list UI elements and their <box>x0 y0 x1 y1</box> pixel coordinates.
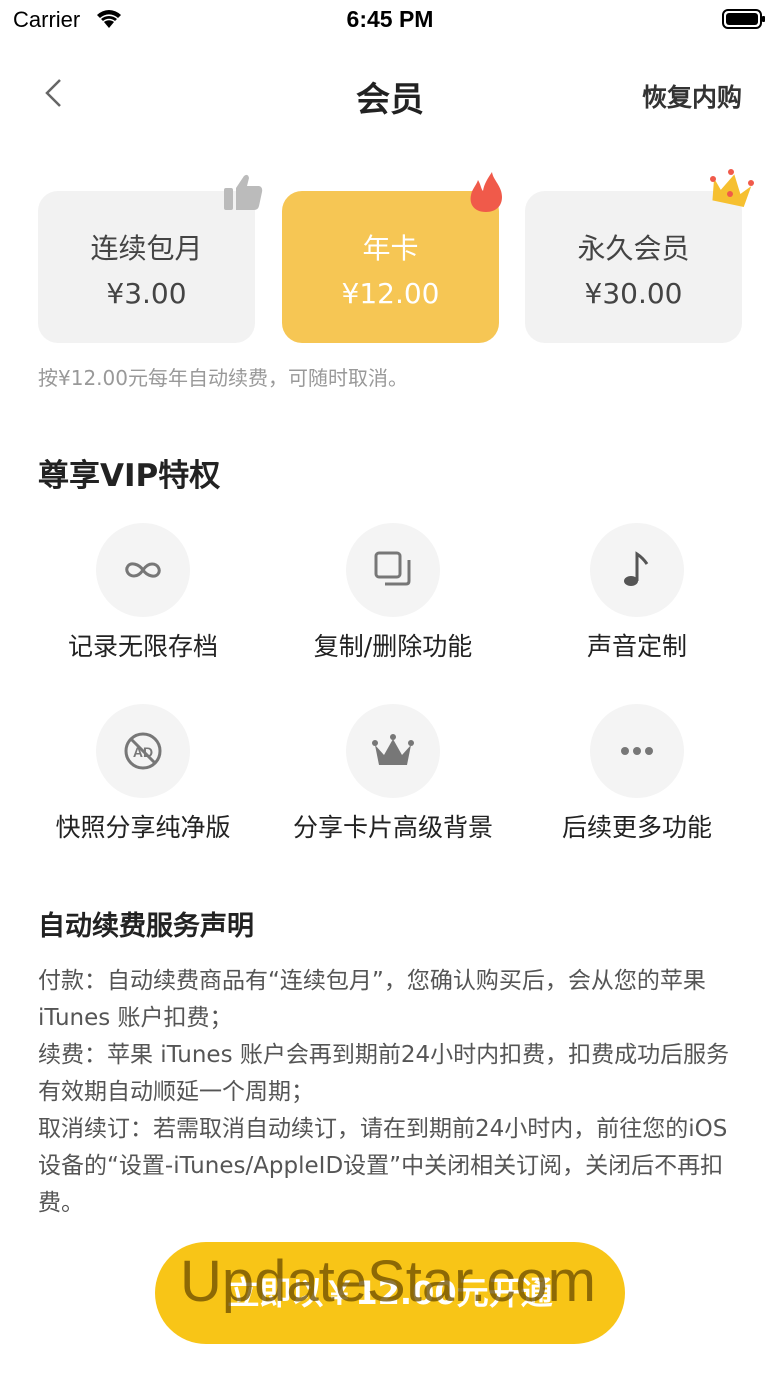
feature-circle <box>96 523 190 617</box>
battery-icon <box>722 9 765 29</box>
feature-unlimited-archive[interactable]: 记录无限存档 <box>18 523 268 663</box>
crown-icon <box>372 734 414 765</box>
music-note-icon <box>624 551 649 586</box>
plan-name: 年卡 <box>362 232 419 265</box>
copy-icon <box>374 551 411 586</box>
fire-icon <box>470 172 502 212</box>
feature-label: 声音定制 <box>586 632 687 661</box>
feature-circle <box>590 704 684 798</box>
plan-card-lifetime[interactable]: 永久会员 ¥30.00 <box>525 191 742 343</box>
crown-icon <box>710 169 754 208</box>
thumbs-up-icon <box>224 174 263 210</box>
feature-copy-delete[interactable]: 复制/删除功能 <box>268 523 518 663</box>
feature-circle <box>346 704 440 798</box>
feature-label: 记录无限存档 <box>67 632 218 661</box>
plan-name: 连续包月 <box>90 232 203 265</box>
status-time: 6:45 PM <box>346 6 434 32</box>
feature-clean-snapshot[interactable]: AD 快照分享纯净版 <box>18 704 268 844</box>
plan-price: ¥12.00 <box>341 277 440 310</box>
feature-label: 分享卡片高级背景 <box>292 813 493 842</box>
restore-purchases-button[interactable]: 恢复内购 <box>642 78 742 114</box>
svg-text:AD: AD <box>133 744 153 760</box>
plan-price: ¥3.00 <box>106 277 187 310</box>
nav-bar: 会员 恢复内购 <box>0 60 780 130</box>
feature-more[interactable]: 后续更多功能 <box>512 704 762 844</box>
declaration-cancel: 取消续订：若需取消自动续订，请在到期前24小时内，前往您的iOS设备的“设置-i… <box>38 1116 728 1216</box>
feature-label: 后续更多功能 <box>561 813 712 842</box>
subscribe-button[interactable]: 立即以￥12.00元开通 <box>155 1242 625 1344</box>
feature-circle <box>346 523 440 617</box>
plan-name: 永久会员 <box>577 232 690 265</box>
declaration-renewal: 续费：苹果 iTunes 账户会再到期前24小时内扣费，扣费成功后服务有效期自动… <box>38 1042 730 1105</box>
plan-card-monthly[interactable]: 连续包月 ¥3.00 <box>38 191 255 343</box>
privileges-title: 尊享VIP特权 <box>38 458 221 494</box>
status-bar: Carrier 6:45 PM <box>0 0 780 40</box>
more-icon <box>621 747 653 755</box>
no-ads-icon: AD <box>124 732 162 770</box>
feature-label: 快照分享纯净版 <box>55 813 231 842</box>
renewal-declaration-title: 自动续费服务声明 <box>38 911 254 942</box>
declaration-payment: 付款：自动续费商品有“连续包月”，您确认购买后，会从您的苹果 iTunes 账户… <box>38 968 706 1031</box>
infinity-icon <box>125 562 161 578</box>
feature-circle: AD <box>96 704 190 798</box>
feature-premium-background[interactable]: 分享卡片高级背景 <box>268 704 518 844</box>
feature-circle <box>590 523 684 617</box>
feature-sound-custom[interactable]: 声音定制 <box>512 523 762 663</box>
plan-price: ¥30.00 <box>584 277 683 310</box>
subscribe-button-label: 立即以￥12.00元开通 <box>227 1274 553 1312</box>
feature-label: 复制/删除功能 <box>313 632 473 661</box>
billing-note: 按¥12.00元每年自动续费，可随时取消。 <box>38 366 408 390</box>
renewal-declaration-text: 付款：自动续费商品有“连续包月”，您确认购买后，会从您的苹果 iTunes 账户… <box>38 963 738 1222</box>
